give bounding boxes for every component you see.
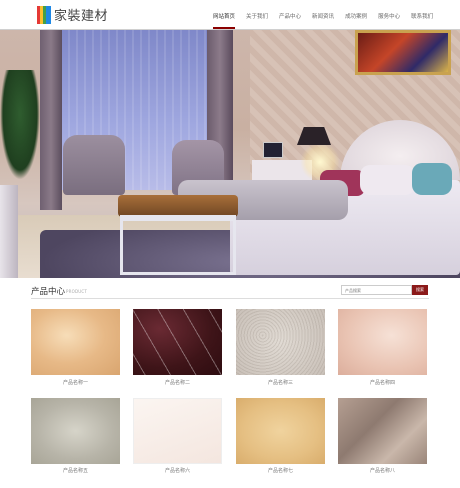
products-subtitle: PRODUCT — [66, 289, 87, 294]
nav-item-about[interactable]: 关于我们 — [246, 0, 268, 29]
banner-bench-base — [120, 215, 236, 275]
banner-pillow — [360, 165, 415, 195]
logo[interactable]: 家裝建材 — [37, 5, 108, 24]
header: 家裝建材 网站首页 关于我们 产品中心 新闻资讯 成功案例 服务中心 联系我们 — [0, 0, 460, 29]
product-image[interactable] — [31, 398, 120, 464]
banner-armchair-left — [63, 135, 125, 195]
product-name[interactable]: 产品名称四 — [338, 379, 427, 386]
hero-banner[interactable] — [0, 30, 460, 278]
product-name[interactable]: 产品名称八 — [338, 467, 427, 474]
product-image[interactable] — [338, 398, 427, 464]
logo-text: 家裝建材 — [54, 9, 109, 24]
product-image[interactable] — [338, 309, 427, 375]
banner-plant — [0, 70, 40, 180]
nav-item-cases[interactable]: 成功案例 — [345, 0, 367, 29]
nav-item-news[interactable]: 新闻资讯 — [312, 0, 334, 29]
product-name[interactable]: 产品名称二 — [133, 379, 222, 386]
banner-pillow — [412, 163, 452, 195]
product-name[interactable]: 产品名称五 — [31, 467, 120, 474]
main-nav: 网站首页 关于我们 产品中心 新闻资讯 成功案例 服务中心 联系我们 — [213, 0, 444, 29]
product-name[interactable]: 产品名称三 — [236, 379, 325, 386]
product-image[interactable] — [236, 398, 325, 464]
nav-item-contact[interactable]: 联系我们 — [411, 0, 433, 29]
product-name[interactable]: 产品名称六 — [133, 467, 222, 474]
banner-painting — [355, 30, 451, 75]
products-title: 产品中心 — [31, 287, 66, 297]
product-image[interactable] — [31, 309, 120, 375]
product-name[interactable]: 产品名称七 — [236, 467, 325, 474]
product-image[interactable] — [133, 309, 222, 375]
search-input[interactable] — [341, 285, 412, 295]
product-image[interactable] — [236, 309, 325, 375]
product-search: 搜索 — [341, 285, 428, 295]
nav-item-products[interactable]: 产品中心 — [279, 0, 301, 29]
banner-curtain-left — [40, 30, 62, 210]
banner-cabinet — [0, 185, 18, 278]
banner-bench — [118, 195, 238, 217]
nav-item-home[interactable]: 网站首页 — [213, 0, 236, 29]
banner-tv — [263, 142, 283, 158]
product-name[interactable]: 产品名称一 — [31, 379, 120, 386]
logo-icon — [37, 5, 51, 24]
search-button[interactable]: 搜索 — [412, 285, 428, 295]
product-image[interactable] — [133, 398, 222, 464]
nav-item-service[interactable]: 服务中心 — [378, 0, 400, 29]
